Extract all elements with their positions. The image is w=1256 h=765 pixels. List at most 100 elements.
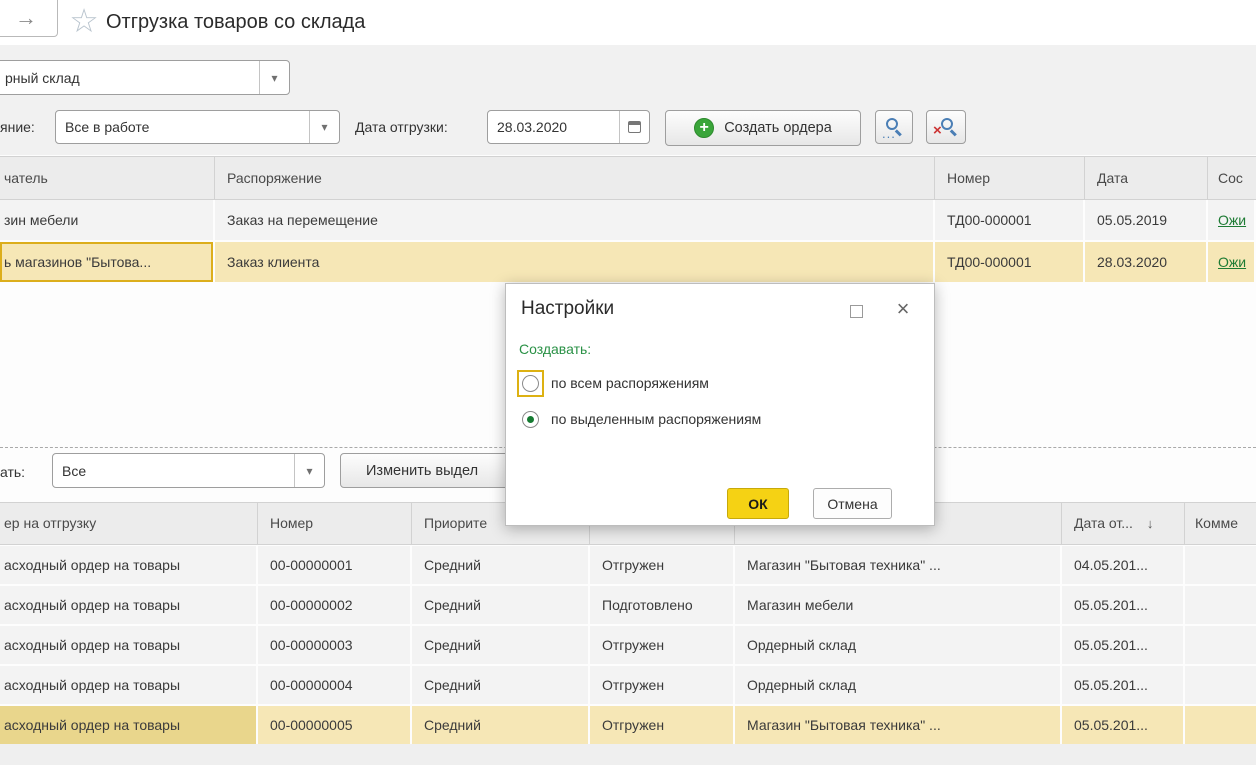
shipment-table-row-selected[interactable]: асходный ордер на товары 00-00000005 Сре… bbox=[0, 706, 1256, 744]
cell-doc[interactable]: асходный ордер на товары bbox=[0, 586, 258, 624]
cell-recipient[interactable]: зин мебели bbox=[0, 200, 215, 240]
cell-number[interactable]: ТД00-000001 bbox=[935, 242, 1085, 282]
cell-status[interactable]: Отгружен bbox=[590, 706, 735, 744]
orders-col-recipient[interactable]: чатель bbox=[0, 157, 215, 199]
cancel-button[interactable]: Отмена bbox=[813, 488, 892, 519]
create-group-label: Создавать: bbox=[519, 341, 591, 357]
state-label: яние: bbox=[0, 119, 35, 135]
cell-recipient[interactable]: Магазин мебели bbox=[735, 586, 1062, 624]
chevron-down-icon: ▾ bbox=[271, 71, 277, 85]
cell-number[interactable]: 00-00000001 bbox=[258, 546, 412, 584]
cell-priority[interactable]: Средний bbox=[412, 626, 590, 664]
forward-button[interactable]: → bbox=[0, 0, 58, 37]
close-icon[interactable]: × bbox=[892, 296, 914, 322]
shipment-col-number[interactable]: Номер bbox=[258, 503, 412, 544]
cell-date[interactable]: 05.05.201... bbox=[1062, 666, 1185, 704]
cell-number[interactable]: 00-00000002 bbox=[258, 586, 412, 624]
warehouse-combo[interactable]: ▾ bbox=[0, 60, 290, 95]
cell-recipient-focused[interactable]: ь магазинов "Бытова... bbox=[0, 242, 215, 282]
cell-order[interactable]: Заказ на перемещение bbox=[215, 200, 935, 240]
ship-date-input[interactable] bbox=[488, 111, 619, 143]
cell-recipient[interactable]: Магазин "Бытовая техника" ... bbox=[735, 706, 1062, 744]
orders-col-state[interactable]: Сос bbox=[1208, 157, 1256, 199]
shipment-col-doc[interactable]: ер на отгрузку bbox=[0, 503, 258, 544]
ship-date-field[interactable] bbox=[487, 110, 650, 144]
cancel-search-icon: × bbox=[937, 118, 955, 136]
warehouse-input[interactable] bbox=[0, 61, 259, 94]
favorite-star-icon[interactable]: ☆ bbox=[64, 0, 104, 42]
cell-number[interactable]: ТД00-000001 bbox=[935, 200, 1085, 240]
cell-state[interactable]: Ожи bbox=[1208, 200, 1256, 240]
chevron-down-icon: ▾ bbox=[306, 464, 312, 478]
cell-status[interactable]: Отгружен bbox=[590, 626, 735, 664]
orders-col-number[interactable]: Номер bbox=[935, 157, 1085, 199]
cell-priority[interactable]: Средний bbox=[412, 546, 590, 584]
cell-date[interactable]: 05.05.201... bbox=[1062, 706, 1185, 744]
cell-doc[interactable]: асходный ордер на товары bbox=[0, 666, 258, 704]
search-button[interactable]: ... bbox=[875, 110, 913, 144]
calendar-button[interactable] bbox=[619, 111, 649, 143]
cancel-search-button[interactable]: × bbox=[926, 110, 966, 144]
shipment-table-row[interactable]: асходный ордер на товары 00-00000004 Сре… bbox=[0, 666, 1256, 704]
cell-date[interactable]: 05.05.201... bbox=[1062, 626, 1185, 664]
cell-priority[interactable]: Средний bbox=[412, 586, 590, 624]
cell-priority[interactable]: Средний bbox=[412, 666, 590, 704]
cell-recipient[interactable]: Магазин "Бытовая техника" ... bbox=[735, 546, 1062, 584]
cell-order[interactable]: Заказ клиента bbox=[215, 242, 935, 282]
cell-recipient[interactable]: Ордерный склад bbox=[735, 626, 1062, 664]
radio-option-all-label: по всем распоряжениям bbox=[551, 375, 709, 391]
cell-date[interactable]: 04.05.201... bbox=[1062, 546, 1185, 584]
radio-unselected-icon[interactable] bbox=[522, 375, 539, 392]
cell-number[interactable]: 00-00000005 bbox=[258, 706, 412, 744]
state-dropdown-button[interactable]: ▾ bbox=[309, 111, 339, 143]
shipment-table-row[interactable]: асходный ордер на товары 00-00000003 Сре… bbox=[0, 626, 1256, 664]
orders-table-row[interactable]: зин мебели Заказ на перемещение ТД00-000… bbox=[0, 200, 1256, 240]
orders-table-header: чатель Распоряжение Номер Дата Сос bbox=[0, 156, 1256, 200]
cell-date[interactable]: 28.03.2020 bbox=[1085, 242, 1208, 282]
cell-status[interactable]: Отгружен bbox=[590, 546, 735, 584]
sort-desc-icon: ↓ bbox=[1147, 516, 1154, 531]
radio-selected-icon[interactable] bbox=[522, 411, 539, 428]
cell-doc[interactable]: асходный ордер на товары bbox=[0, 546, 258, 584]
cell-comment[interactable] bbox=[1185, 706, 1256, 744]
search-icon: ... bbox=[885, 118, 903, 136]
cell-comment[interactable] bbox=[1185, 666, 1256, 704]
orders-table-row-selected[interactable]: ь магазинов "Бытова... Заказ клиента ТД0… bbox=[0, 242, 1256, 282]
orders-col-date[interactable]: Дата bbox=[1085, 157, 1208, 199]
cell-date[interactable]: 05.05.2019 bbox=[1085, 200, 1208, 240]
shipment-col-comment[interactable]: Комме bbox=[1185, 503, 1256, 544]
cell-recipient[interactable]: Ордерный склад bbox=[735, 666, 1062, 704]
cell-priority[interactable]: Средний bbox=[412, 706, 590, 744]
cell-comment[interactable] bbox=[1185, 546, 1256, 584]
shipment-table-row[interactable]: асходный ордер на товары 00-00000001 Сре… bbox=[0, 546, 1256, 584]
cell-number[interactable]: 00-00000003 bbox=[258, 626, 412, 664]
state-combo[interactable]: ▾ bbox=[55, 110, 340, 144]
cell-state[interactable]: Ожи bbox=[1208, 242, 1256, 282]
state-link[interactable]: Ожи bbox=[1218, 212, 1246, 228]
show-dropdown-button[interactable]: ▾ bbox=[294, 454, 324, 487]
cell-comment[interactable] bbox=[1185, 586, 1256, 624]
ok-button[interactable]: ОК bbox=[727, 488, 789, 519]
shipment-col-date[interactable]: Дата от...↓ bbox=[1062, 503, 1185, 544]
cell-status[interactable]: Подготовлено bbox=[590, 586, 735, 624]
show-combo[interactable]: ▾ bbox=[52, 453, 325, 488]
radio-option-selected[interactable]: по выделенным распоряжениям bbox=[519, 406, 761, 432]
dialog-title: Настройки bbox=[521, 298, 614, 320]
state-link[interactable]: Ожи bbox=[1218, 254, 1246, 270]
show-input[interactable] bbox=[53, 454, 294, 487]
cell-doc[interactable]: асходный ордер на товары bbox=[0, 626, 258, 664]
warehouse-dropdown-button[interactable]: ▾ bbox=[259, 61, 289, 94]
app-window: → ☆ Отгрузка товаров со склада ▾ яние: ▾… bbox=[0, 0, 1256, 765]
cell-doc-current[interactable]: асходный ордер на товары bbox=[0, 706, 258, 744]
create-orders-button[interactable]: + Создать ордера bbox=[665, 110, 861, 146]
orders-col-order[interactable]: Распоряжение bbox=[215, 157, 935, 199]
state-input[interactable] bbox=[56, 111, 309, 143]
radio-option-all[interactable]: по всем распоряжениям bbox=[519, 370, 709, 396]
maximize-icon[interactable] bbox=[850, 305, 863, 318]
cell-number[interactable]: 00-00000004 bbox=[258, 666, 412, 704]
cell-comment[interactable] bbox=[1185, 626, 1256, 664]
cell-status[interactable]: Отгружен bbox=[590, 666, 735, 704]
shipment-table-row[interactable]: асходный ордер на товары 00-00000002 Сре… bbox=[0, 586, 1256, 624]
cell-date[interactable]: 05.05.201... bbox=[1062, 586, 1185, 624]
page-title: Отгрузка товаров со склада bbox=[106, 2, 365, 42]
